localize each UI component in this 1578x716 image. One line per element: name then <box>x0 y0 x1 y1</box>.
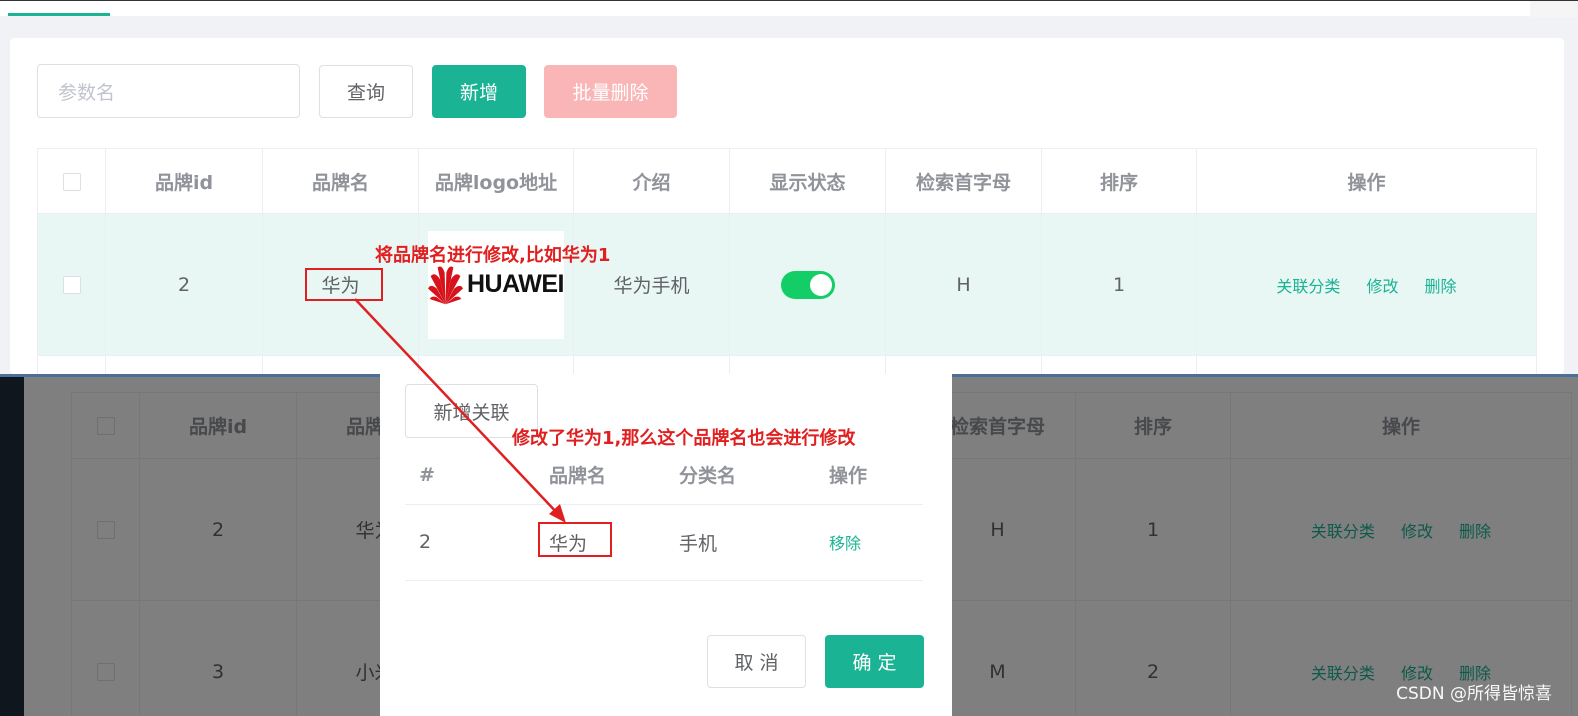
select-all-checkbox[interactable] <box>62 172 81 191</box>
header-index: # <box>405 446 535 505</box>
add-button[interactable]: 新增 <box>432 65 526 118</box>
brand-logo-cell: HUAWEI <box>418 213 574 356</box>
show-status-toggle[interactable] <box>780 270 835 299</box>
sort-cell: 1 <box>1041 213 1197 356</box>
highlight-box-bottom <box>538 522 612 557</box>
status-cell <box>729 213 886 356</box>
delete-link[interactable]: 删除 <box>1425 277 1457 296</box>
row-checkbox[interactable] <box>62 276 81 294</box>
table-row <box>37 355 1537 374</box>
brand-table: 品牌id 品牌名 品牌logo地址 介绍 显示状态 检索首字母 排序 操作 2 … <box>37 148 1537 374</box>
annotation-bottom: 修改了华为1,那么这个品牌名也会进行修改 <box>512 428 856 449</box>
relation-row: 2 华为 手机 移除 <box>405 504 923 581</box>
search-input-placeholder: 参数名 <box>58 81 116 104</box>
first-letter-cell: H <box>885 213 1042 356</box>
top-tab-bar <box>0 0 1578 17</box>
header-category-name: 分类名 <box>665 446 815 505</box>
header-first-letter: 检索首字母 <box>885 148 1042 214</box>
relation-table: # 品牌名 分类名 操作 2 华为 手机 移除 <box>405 446 923 581</box>
relate-category-link[interactable]: 关联分类 <box>1276 277 1340 296</box>
remove-link[interactable]: 移除 <box>829 534 861 553</box>
table-row: 2 华为 HUAWEI 华为手机 H 1 关联分类 修改 删除 <box>37 213 1537 356</box>
header-sort: 排序 <box>1041 148 1197 214</box>
header-intro: 介绍 <box>573 148 730 214</box>
header-show-status: 显示状态 <box>729 148 886 214</box>
batch-delete-button[interactable]: 批量删除 <box>544 65 677 118</box>
relation-index-cell: 2 <box>405 504 535 581</box>
header-actions: 操作 <box>1196 148 1537 214</box>
logo-wordmark: HUAWEI <box>467 270 565 298</box>
highlight-box-top <box>305 268 383 301</box>
confirm-button[interactable]: 确 定 <box>825 635 924 688</box>
select-all-cell <box>37 148 106 214</box>
relation-category-cell: 手机 <box>665 504 815 581</box>
active-tab-indicator <box>8 13 110 16</box>
brand-list-card: 参数名 查询 新增 批量删除 品牌id 品牌名 品牌logo地址 介绍 显示状态… <box>10 38 1564 374</box>
intro-cell: 华为手机 <box>573 213 730 356</box>
edit-link[interactable]: 修改 <box>1366 277 1398 296</box>
row-select-cell <box>37 213 106 356</box>
relation-action-cell: 移除 <box>815 504 923 581</box>
header-brand-name: 品牌名 <box>262 148 419 214</box>
brand-id-cell: 2 <box>105 213 263 356</box>
query-button[interactable]: 查询 <box>319 65 413 118</box>
tab-bar-right-strip <box>1530 1 1578 17</box>
header-operation: 操作 <box>815 446 923 505</box>
header-brand-name: 品牌名 <box>535 446 665 505</box>
param-name-search-input[interactable]: 参数名 <box>37 64 300 118</box>
annotation-top: 将品牌名进行修改,比如华为1 <box>375 245 611 266</box>
actions-cell: 关联分类 修改 删除 <box>1196 213 1537 356</box>
header-brand-logo: 品牌logo地址 <box>418 148 574 214</box>
relation-header-row: # 品牌名 分类名 操作 <box>405 446 923 505</box>
header-brand-id: 品牌id <box>105 148 263 214</box>
csdn-watermark: CSDN @所得皆惊喜 <box>1396 684 1552 704</box>
cancel-button[interactable]: 取 消 <box>707 635 806 688</box>
table-header-row: 品牌id 品牌名 品牌logo地址 介绍 显示状态 检索首字母 排序 操作 <box>37 148 1537 214</box>
